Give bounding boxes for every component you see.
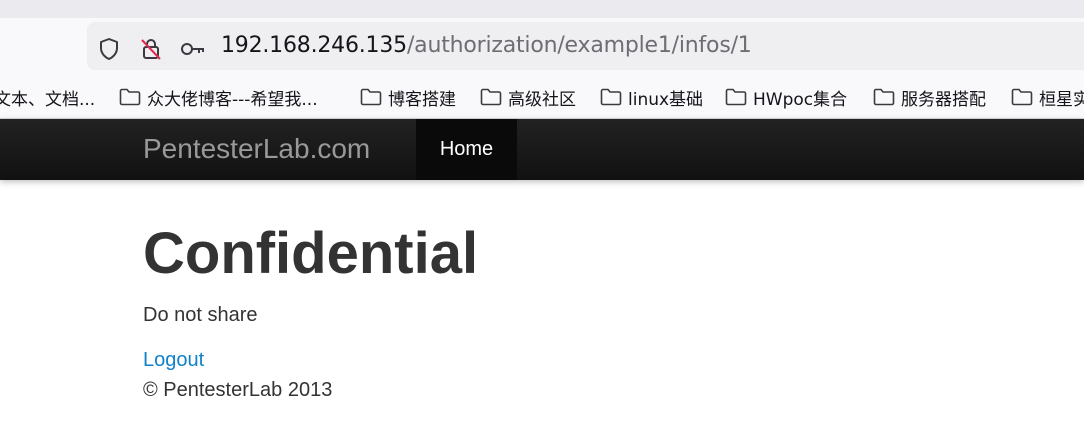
footer-copyright: © PentesterLab 2013 — [143, 379, 333, 401]
bookmark-label: 众大佬博客---希望我... — [147, 89, 318, 110]
site-navbar: PentesterLab.com Home — [0, 119, 1084, 180]
shield-icon[interactable] — [96, 36, 122, 62]
bookmark-item[interactable]: 文本、文档... — [0, 85, 96, 110]
browser-toolbar: 192.168.246.135/authorization/example1/i… — [0, 18, 1084, 76]
lock-crossed-icon[interactable] — [138, 36, 164, 62]
folder-icon — [600, 88, 622, 106]
bookmark-label: HWpoc集合 — [753, 89, 848, 110]
folder-icon — [119, 88, 141, 106]
folder-icon — [1011, 88, 1033, 106]
folder-icon — [725, 88, 747, 106]
bookmark-folder[interactable]: 服务器搭配 — [873, 85, 986, 110]
bookmark-label: 桓星实 — [1039, 89, 1084, 110]
folder-icon — [360, 88, 382, 106]
bookmark-folder[interactable]: linux基础 — [600, 85, 704, 110]
key-icon[interactable] — [180, 36, 206, 62]
logout-link[interactable]: Logout — [143, 348, 204, 372]
browser-tab-strip — [0, 0, 1084, 18]
bookmark-folder[interactable]: 高级社区 — [480, 85, 576, 110]
bookmark-label: 文本、文档... — [0, 89, 96, 110]
bookmark-label: 高级社区 — [508, 89, 576, 110]
confidential-message: Do not share — [143, 304, 258, 326]
folder-icon — [480, 88, 502, 106]
bookmark-folder[interactable]: 博客搭建 — [360, 85, 456, 110]
bookmark-label: 服务器搭配 — [901, 89, 986, 110]
nav-home-link[interactable]: Home — [416, 119, 517, 180]
bookmark-folder[interactable]: 众大佬博客---希望我... — [119, 85, 318, 110]
bookmarks-bar: 文本、文档... 众大佬博客---希望我... 博客搭建 高级社区 linux基… — [0, 76, 1084, 119]
page-title: Confidential — [143, 221, 479, 286]
folder-icon — [873, 88, 895, 106]
bookmark-folder[interactable]: HWpoc集合 — [725, 85, 848, 110]
bookmark-label: 博客搭建 — [388, 89, 456, 110]
address-bar[interactable]: 192.168.246.135/authorization/example1/i… — [87, 22, 1084, 70]
url-host: 192.168.246.135 — [221, 33, 407, 58]
bookmark-folder[interactable]: 桓星实 — [1011, 85, 1084, 110]
bookmark-label: linux基础 — [628, 89, 704, 110]
url-text[interactable]: 192.168.246.135/authorization/example1/i… — [221, 33, 752, 59]
url-path: /authorization/example1/infos/1 — [406, 33, 752, 58]
brand-link[interactable]: PentesterLab.com — [143, 132, 370, 166]
